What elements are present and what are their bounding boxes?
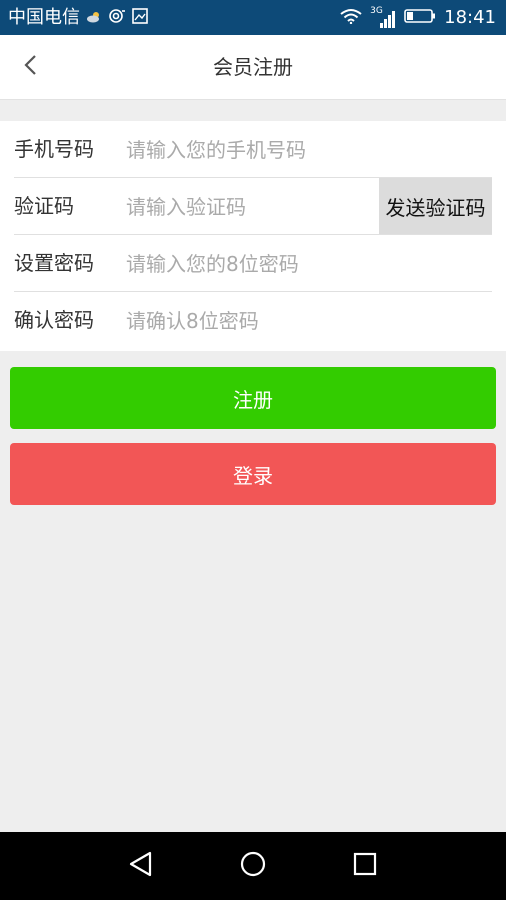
- password-input[interactable]: [126, 245, 486, 282]
- nav-home-button[interactable]: [233, 846, 273, 886]
- camera-icon: [108, 8, 126, 28]
- nav-back-button[interactable]: [121, 846, 161, 886]
- weather-cloud-icon: [86, 8, 102, 27]
- chevron-left-icon: [23, 54, 37, 80]
- nav-back-icon: [128, 851, 154, 881]
- back-button[interactable]: [10, 47, 50, 87]
- code-input[interactable]: [126, 188, 366, 225]
- wifi-icon: [340, 8, 362, 28]
- code-label: 验证码: [14, 194, 74, 218]
- status-bar: 中国电信 3G 18:41: [0, 0, 506, 35]
- phone-row: 手机号码: [0, 121, 506, 178]
- nav-home-icon: [240, 851, 266, 881]
- battery-icon: [404, 8, 436, 28]
- status-right: 3G 18:41: [340, 0, 496, 35]
- carrier-name: 中国电信: [8, 7, 80, 28]
- password-label: 设置密码: [14, 251, 94, 275]
- login-button[interactable]: 登录: [10, 443, 496, 505]
- confirm-password-label: 确认密码: [14, 308, 94, 332]
- password-row: 设置密码: [0, 235, 506, 292]
- register-button[interactable]: 注册: [10, 367, 496, 429]
- confirm-password-row: 确认密码: [0, 292, 506, 349]
- send-code-button[interactable]: 发送验证码: [379, 178, 492, 235]
- image-icon: [132, 7, 148, 28]
- signal-icon: 3G: [370, 6, 396, 29]
- registration-form: 手机号码 验证码 发送验证码 设置密码 确认密码: [0, 121, 506, 351]
- code-row: 验证码 发送验证码: [0, 178, 506, 235]
- title-bar: 会员注册: [0, 35, 506, 100]
- page-title: 会员注册: [213, 55, 293, 79]
- confirm-password-input[interactable]: [126, 302, 486, 339]
- phone-input[interactable]: [126, 131, 486, 168]
- nav-recents-button[interactable]: [345, 846, 385, 886]
- navigation-bar: [0, 832, 506, 900]
- nav-recents-icon: [353, 852, 377, 880]
- status-left: 中国电信: [8, 0, 148, 35]
- phone-label: 手机号码: [14, 137, 94, 161]
- clock: 18:41: [444, 7, 496, 28]
